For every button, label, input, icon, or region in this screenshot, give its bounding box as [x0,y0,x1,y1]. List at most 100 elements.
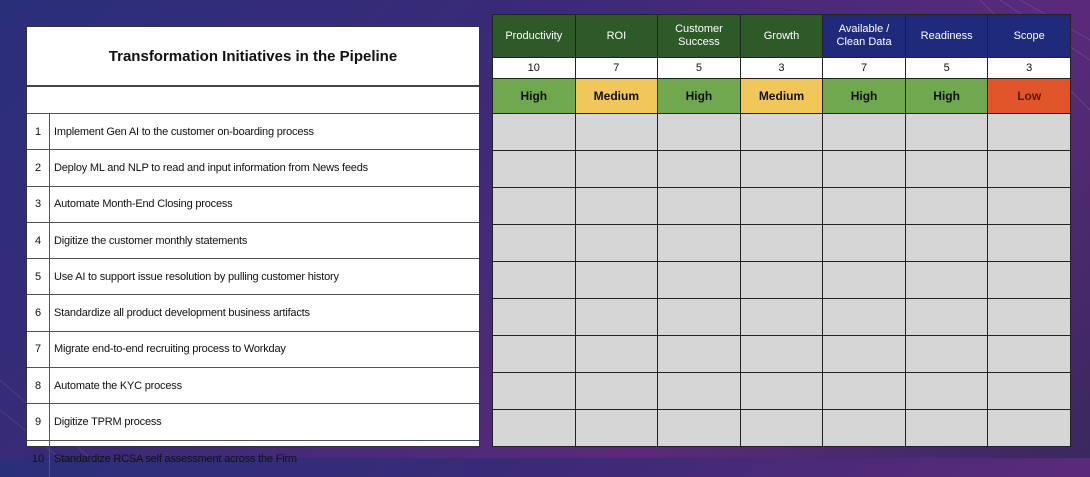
rating-cell: High [658,79,740,113]
empty-rating-cell [658,373,740,409]
empty-rating-cell [658,336,740,372]
empty-rating-cell [493,336,575,372]
empty-rating-cell [988,336,1070,372]
empty-rating-cell [658,188,740,224]
rating-cell: Medium [575,79,658,113]
empty-rating-cell [823,188,905,224]
empty-rating-cell [988,225,1070,261]
criteria-grid: Productivity ROI Customer Success Growth Ava… [492,14,1071,447]
initiative-row: 7 Migrate end-to-end recruiting process t… [27,331,479,369]
empty-rating-cell [493,188,575,224]
initiative-text: Use AI to support issue resolution by pu… [54,270,339,283]
empty-rating-cell [493,114,575,150]
empty-rating-cell [823,336,905,372]
initiative-text: Standardize all product development busi… [54,307,310,320]
empty-rating-cell [905,299,988,335]
initiative-number: 9 [27,404,50,440]
empty-rating-cell [988,114,1070,150]
empty-rating-cell [905,225,988,261]
criterion-header: Scope [988,15,1070,57]
criterion-header: Customer Success [658,15,740,57]
empty-rating-cell [905,262,988,298]
empty-rating-cell [905,151,988,187]
empty-rating-cell [988,410,1070,446]
criterion-header: Readiness [905,15,988,57]
initiative-text: Digitize the customer monthly statements [54,234,248,247]
empty-rating-cell [575,373,658,409]
empty-rating-cell [905,188,988,224]
initiatives-list: 1 Implement Gen AI to the customer on-boa… [27,114,479,477]
initiatives-panel: Transformation Initiatives in the Pipeli… [26,26,480,477]
criterion-weight: 10 [493,58,575,78]
initiative-text: Standardize RCSA self assessment across … [54,452,297,465]
empty-rating-cell [658,114,740,150]
initiative-number: 10 [27,440,50,477]
criterion-weight: 3 [740,58,823,78]
initiative-row: 6 Standardize all product development bus… [27,295,479,332]
empty-rating-cell [988,151,1070,187]
initiative-row: 9 Digitize TPRM process [27,404,479,441]
criterion-header: Productivity [493,15,575,57]
initiative-text: Migrate end-to-end recruiting process to… [54,343,286,356]
initiative-row: 3 Automate Month-End Closing process [27,186,479,223]
empty-rating-cell [493,373,575,409]
empty-rating-cell [575,410,658,446]
empty-rating-cell [658,299,740,335]
empty-rating-cell [905,336,988,372]
rating-cell: Low [988,79,1070,113]
empty-rating-cell [823,262,905,298]
initiative-row: 8 Automate the KYC process [27,368,479,405]
empty-rating-cell [740,262,823,298]
criterion-header: ROI [575,15,658,57]
initiative-number: 2 [27,150,50,186]
initiative-number: 1 [27,114,50,150]
empty-rating-cell [493,262,575,298]
criterion-weight: 5 [905,58,988,78]
empty-rating-cell [575,225,658,261]
empty-rating-cell [493,299,575,335]
initiative-text: Automate Month-End Closing process [54,198,233,211]
empty-rating-cell [740,114,823,150]
initiative-number: 5 [27,259,50,295]
empty-rating-cell [905,114,988,150]
empty-rating-cell [905,410,988,446]
initiative-number: 6 [27,295,50,331]
initiative-row: 4 Digitize the customer monthly statement… [27,222,479,260]
initiative-text: Digitize TPRM process [54,416,162,429]
rating-cell: High [493,79,575,113]
empty-rating-cell [493,225,575,261]
rating-cell: Medium [740,79,823,113]
initiative-text: Automate the KYC process [54,379,182,392]
empty-rating-cell [823,299,905,335]
criterion-weight: 7 [575,58,658,78]
initiative-number: 7 [27,331,50,368]
criterion-header: Growth [740,15,823,57]
empty-rating-cell [740,225,823,261]
initiative-row: 2 Deploy ML and NLP to read and input inf… [27,150,479,187]
page-title: Transformation Initiatives in the Pipeli… [27,27,479,87]
empty-rating-cell [823,114,905,150]
empty-rating-cell [740,188,823,224]
empty-rating-cell [988,188,1070,224]
empty-rating-cell [575,114,658,150]
empty-rating-cell [740,299,823,335]
empty-rating-cell [823,151,905,187]
empty-rating-cell [740,410,823,446]
empty-rating-cell [575,151,658,187]
empty-rating-cell [575,188,658,224]
empty-rating-cell [575,262,658,298]
criterion-weight: 5 [658,58,740,78]
criterion-weight: 7 [823,58,905,78]
empty-rating-cell [493,151,575,187]
initiative-row: 5 Use AI to support issue resolution by p… [27,259,479,296]
initiative-number: 8 [27,368,50,404]
empty-rating-cell [823,410,905,446]
empty-rating-cell [823,225,905,261]
initiative-row: 10 Standardize RCSA self assessment acros… [27,440,479,477]
initiative-row: 1 Implement Gen AI to the customer on-boa… [27,114,479,151]
rating-cell: High [823,79,905,113]
initiative-text: Deploy ML and NLP to read and input info… [54,161,368,174]
initiative-text: Implement Gen AI to the customer on-boar… [54,125,314,138]
initiative-number: 4 [27,222,50,259]
rating-cell: High [905,79,988,113]
